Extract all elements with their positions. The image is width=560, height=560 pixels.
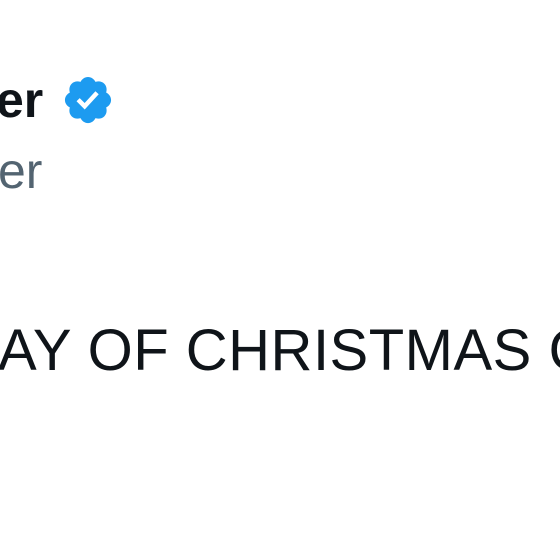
verified-badge-icon <box>61 73 115 127</box>
author-handle[interactable]: er <box>0 140 42 202</box>
tweet-text: AY OF CHRISTMAS C <box>0 318 560 383</box>
author-header[interactable]: er <box>0 70 115 130</box>
author-display-name[interactable]: er <box>0 70 43 130</box>
tweet-card: er er AY OF CHRISTMAS C <box>0 0 560 560</box>
